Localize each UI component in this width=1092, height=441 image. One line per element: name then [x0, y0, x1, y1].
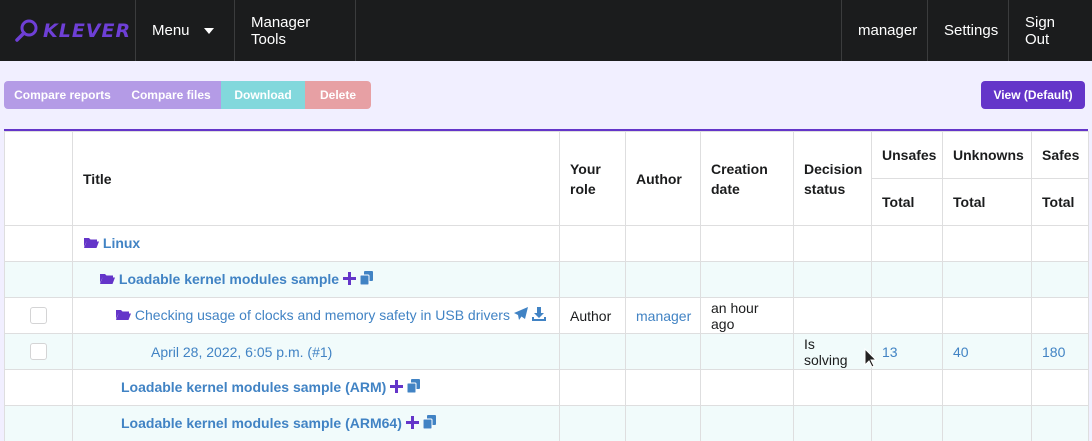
- table-row: April 28, 2022, 6:05 p.m. (#1) Is solvin…: [4, 333, 1089, 370]
- unknowns-total-header: Total: [942, 178, 1032, 226]
- plus-icon[interactable]: [342, 271, 356, 288]
- role-column-header: Your role: [559, 131, 626, 226]
- sign-out-label: Sign Out: [1025, 13, 1056, 48]
- copy-icon[interactable]: [359, 271, 373, 288]
- creation-date-cell: an hour ago: [700, 297, 794, 334]
- magnifier-logo-icon: [15, 19, 38, 42]
- download-icon[interactable]: [531, 307, 546, 324]
- mouse-cursor-icon: [864, 348, 877, 368]
- safes-column-header: Safes: [1031, 131, 1089, 179]
- unknowns-column-header: Unknowns: [942, 131, 1032, 179]
- author-column-header: Author: [625, 131, 701, 226]
- user-profile-link[interactable]: manager: [841, 0, 927, 61]
- report-title-link[interactable]: Checking usage of clocks and memory safe…: [135, 307, 510, 323]
- menu-label: Menu: [152, 22, 190, 39]
- copy-icon[interactable]: [422, 415, 436, 432]
- unsafes-total-header: Total: [871, 178, 943, 226]
- logo-text: KLEVER: [43, 20, 132, 42]
- send-icon[interactable]: [513, 307, 528, 324]
- plus-icon[interactable]: [405, 415, 419, 432]
- table-row: Loadable kernel modules sample: [4, 261, 1089, 298]
- delete-button[interactable]: Delete: [305, 81, 371, 109]
- settings-label: Settings: [944, 22, 999, 39]
- manager-tools-label: Manager Tools: [251, 13, 311, 48]
- select-column-header: [4, 131, 73, 226]
- app-logo[interactable]: KLEVER: [14, 14, 131, 48]
- copy-icon[interactable]: [406, 379, 421, 396]
- safes-total-link[interactable]: 180: [1031, 333, 1089, 370]
- folder-open-icon: [99, 272, 115, 288]
- manager-tools-link[interactable]: Manager Tools: [234, 0, 356, 61]
- report-title-link[interactable]: Loadable kernel modules sample (ARM): [121, 379, 386, 395]
- table-row: Linux: [4, 225, 1089, 262]
- report-title-link[interactable]: Loadable kernel modules sample (ARM64): [121, 415, 402, 431]
- folder-open-icon: [83, 236, 99, 252]
- plus-icon[interactable]: [390, 379, 404, 396]
- creation-date-column-header: Creation date: [700, 131, 794, 226]
- title-column-header: Title: [72, 131, 560, 226]
- unsafes-total-link[interactable]: 13: [871, 333, 943, 370]
- menu-dropdown[interactable]: Menu: [135, 0, 234, 61]
- reports-table: Title Your role Author Creation date Dec…: [4, 131, 1089, 441]
- settings-link[interactable]: Settings: [927, 0, 1008, 61]
- unsafes-column-header: Unsafes: [871, 131, 943, 179]
- table-row: Loadable kernel modules sample (ARM64): [4, 405, 1089, 441]
- decision-status-column-header: Decision status: [793, 131, 872, 226]
- compare-reports-button[interactable]: Compare reports: [4, 81, 121, 109]
- compare-files-button[interactable]: Compare files: [121, 81, 221, 109]
- download-button[interactable]: Download: [221, 81, 305, 109]
- report-title-link[interactable]: Loadable kernel modules sample: [119, 271, 339, 287]
- author-link[interactable]: manager: [625, 297, 701, 334]
- sign-out-link[interactable]: Sign Out: [1008, 0, 1092, 61]
- row-checkbox[interactable]: [30, 343, 47, 361]
- top-navbar: KLEVER Menu Manager Tools manager Settin…: [0, 0, 1092, 61]
- view-button[interactable]: View (Default): [981, 81, 1085, 109]
- folder-open-icon: [115, 308, 131, 324]
- unknowns-total-link[interactable]: 40: [942, 333, 1032, 370]
- job-version-link[interactable]: April 28, 2022, 6:05 p.m. (#1): [151, 344, 332, 360]
- table-row: Checking usage of clocks and memory safe…: [4, 297, 1089, 334]
- report-actions-group: Compare reports Compare files Download D…: [4, 81, 371, 109]
- user-label: manager: [858, 22, 918, 39]
- role-cell: Author: [559, 297, 626, 334]
- reports-table-container: Title Your role Author Creation date Dec…: [4, 129, 1089, 441]
- chevron-down-icon: [203, 27, 214, 34]
- report-title-link[interactable]: Linux: [103, 235, 140, 251]
- decision-status-cell: Is solving: [793, 333, 872, 370]
- safes-total-header: Total: [1031, 178, 1089, 226]
- row-checkbox[interactable]: [30, 307, 47, 325]
- table-row: Loadable kernel modules sample (ARM): [4, 369, 1089, 406]
